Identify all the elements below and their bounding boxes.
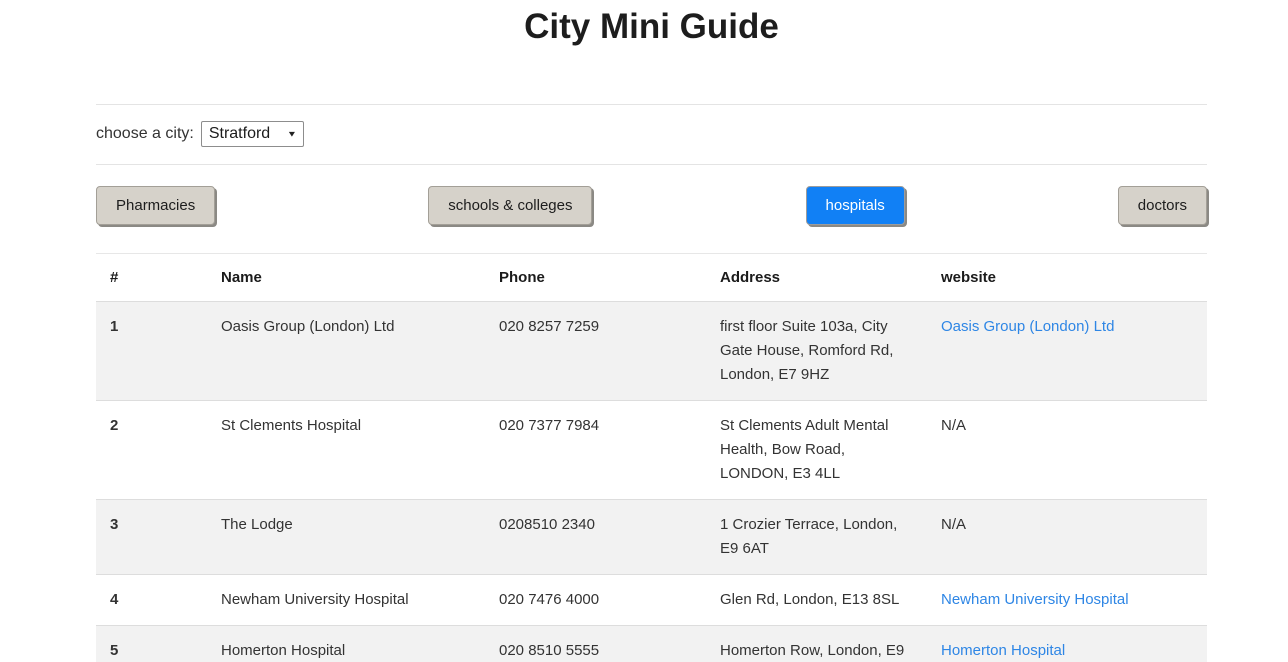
hospitals-button[interactable]: hospitals bbox=[806, 186, 905, 225]
schools-colleges-button[interactable]: schools & colleges bbox=[428, 186, 592, 225]
category-button-row: Pharmacies schools & colleges hospitals … bbox=[96, 165, 1207, 225]
page-title: City Mini Guide bbox=[96, 0, 1207, 50]
row-number-cell: 1 bbox=[96, 302, 207, 401]
city-select-wrap: Stratford ▼ bbox=[201, 121, 304, 147]
website-cell: Homerton Hospital bbox=[927, 626, 1207, 662]
phone-cell: 020 8257 7259 bbox=[485, 302, 706, 401]
pharmacies-button[interactable]: Pharmacies bbox=[96, 186, 215, 225]
name-cell: Homerton Hospital bbox=[207, 626, 485, 662]
table-row: 4 Newham University Hospital 020 7476 40… bbox=[96, 575, 1207, 626]
table-row: 2 St Clements Hospital 020 7377 7984 St … bbox=[96, 401, 1207, 500]
website-cell: Newham University Hospital bbox=[927, 575, 1207, 626]
city-select-label: choose a city: bbox=[96, 125, 194, 143]
website-link[interactable]: Homerton Hospital bbox=[941, 642, 1065, 659]
name-cell: Oasis Group (London) Ltd bbox=[207, 302, 485, 401]
table-row: 1 Oasis Group (London) Ltd 020 8257 7259… bbox=[96, 302, 1207, 401]
name-cell: The Lodge bbox=[207, 500, 485, 575]
row-number-cell: 2 bbox=[96, 401, 207, 500]
name-cell: Newham University Hospital bbox=[207, 575, 485, 626]
website-link[interactable]: Oasis Group (London) Ltd bbox=[941, 318, 1114, 335]
column-header-phone: Phone bbox=[485, 254, 706, 302]
address-cell: 1 Crozier Terrace, London, E9 6AT bbox=[706, 500, 927, 575]
city-select[interactable]: Stratford bbox=[201, 121, 304, 147]
city-picker-row: choose a city: Stratford ▼ bbox=[96, 105, 1207, 164]
address-cell: Homerton Row, London, E9 6SR bbox=[706, 626, 927, 662]
website-cell: Oasis Group (London) Ltd bbox=[927, 302, 1207, 401]
website-cell: N/A bbox=[927, 500, 1207, 575]
phone-cell: 020 7476 4000 bbox=[485, 575, 706, 626]
phone-cell: 020 8510 5555 bbox=[485, 626, 706, 662]
doctors-button[interactable]: doctors bbox=[1118, 186, 1207, 225]
address-cell: first floor Suite 103a, City Gate House,… bbox=[706, 302, 927, 401]
table-header-row: # Name Phone Address website bbox=[96, 254, 1207, 302]
column-header-number: # bbox=[96, 254, 207, 302]
table-row: 5 Homerton Hospital 020 8510 5555 Homert… bbox=[96, 626, 1207, 662]
address-cell: Glen Rd, London, E13 8SL bbox=[706, 575, 927, 626]
results-table: # Name Phone Address website 1 Oasis Gro… bbox=[96, 253, 1207, 662]
website-link[interactable]: Newham University Hospital bbox=[941, 591, 1129, 608]
website-cell: N/A bbox=[927, 401, 1207, 500]
name-cell: St Clements Hospital bbox=[207, 401, 485, 500]
column-header-website: website bbox=[927, 254, 1207, 302]
page-container: City Mini Guide choose a city: Stratford… bbox=[96, 0, 1207, 662]
phone-cell: 020 7377 7984 bbox=[485, 401, 706, 500]
row-number-cell: 5 bbox=[96, 626, 207, 662]
phone-cell: 0208510 2340 bbox=[485, 500, 706, 575]
row-number-cell: 4 bbox=[96, 575, 207, 626]
address-cell: St Clements Adult Mental Health, Bow Roa… bbox=[706, 401, 927, 500]
table-row: 3 The Lodge 0208510 2340 1 Crozier Terra… bbox=[96, 500, 1207, 575]
column-header-address: Address bbox=[706, 254, 927, 302]
row-number-cell: 3 bbox=[96, 500, 207, 575]
column-header-name: Name bbox=[207, 254, 485, 302]
